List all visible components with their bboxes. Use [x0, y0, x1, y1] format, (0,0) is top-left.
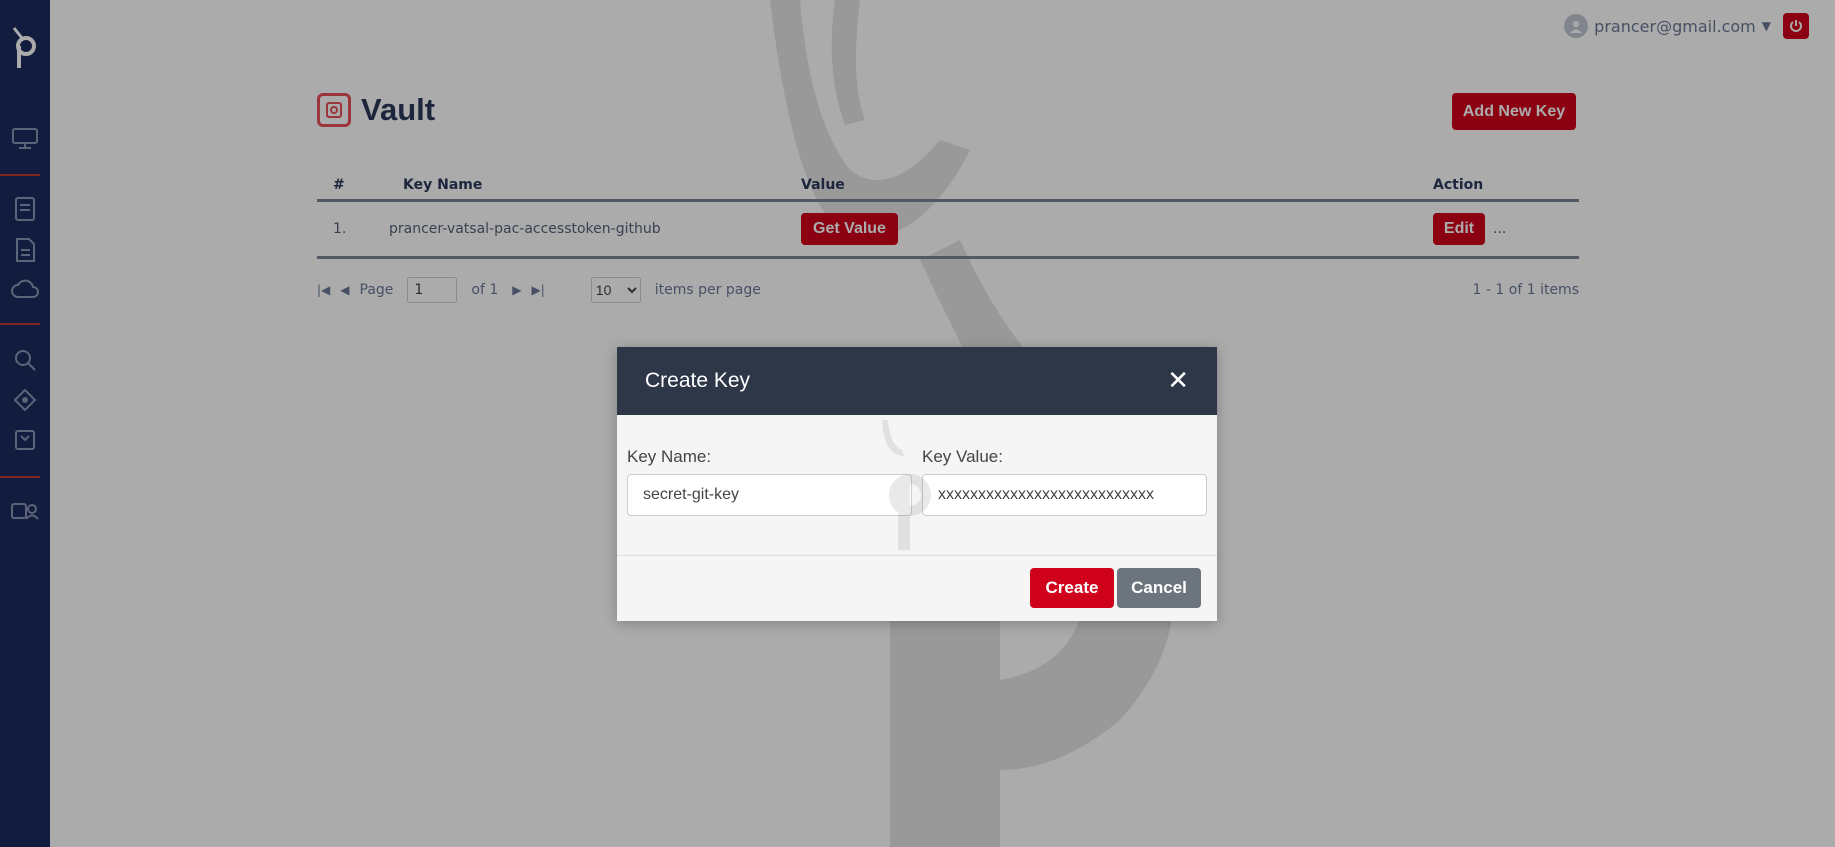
modal-body: Key Name: Key Value: [617, 415, 1217, 556]
cancel-button[interactable]: Cancel [1117, 568, 1201, 608]
create-button[interactable]: Create [1030, 568, 1114, 608]
modal-header: Create Key ✕ [617, 347, 1217, 415]
create-key-modal: Create Key ✕ Key Name: Key Value: Create… [617, 347, 1217, 621]
prancer-watermark-icon [882, 420, 931, 550]
close-icon[interactable]: ✕ [1167, 368, 1189, 394]
key-value-field: Key Value: [922, 447, 1207, 555]
key-name-label: Key Name: [627, 447, 712, 466]
key-value-input[interactable] [922, 474, 1207, 516]
modal-footer: Create Cancel [617, 556, 1217, 620]
key-value-label: Key Value: [922, 447, 1003, 466]
modal-title: Create Key [645, 369, 751, 392]
key-name-field: Key Name: [627, 447, 912, 555]
key-name-input[interactable] [627, 474, 912, 516]
